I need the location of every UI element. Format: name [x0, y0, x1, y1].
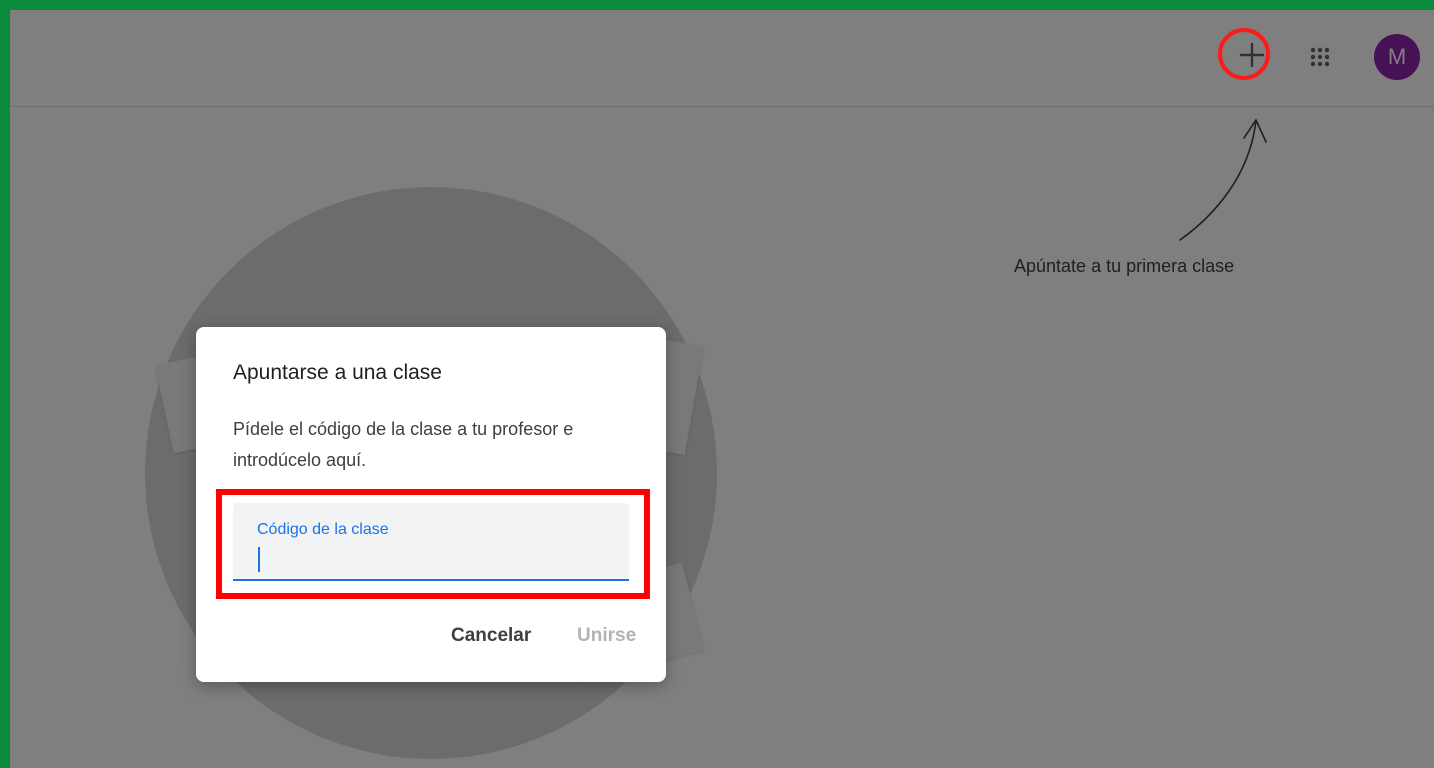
join-class-dialog: Apuntarse a una clase Pídele el código d…: [196, 327, 666, 682]
dialog-title: Apuntarse a una clase: [233, 361, 442, 384]
class-code-label: Código de la clase: [257, 521, 389, 538]
join-button[interactable]: Unirse: [577, 625, 636, 647]
class-code-field[interactable]: Código de la clase: [233, 503, 629, 581]
app-frame: M Apúntate a tu primera clase Apuntarse …: [10, 10, 1434, 768]
text-caret: [258, 547, 260, 572]
cancel-button[interactable]: Cancelar: [451, 625, 531, 647]
dialog-description: Pídele el código de la clase a tu profes…: [233, 419, 574, 470]
class-code-input[interactable]: [257, 543, 621, 573]
